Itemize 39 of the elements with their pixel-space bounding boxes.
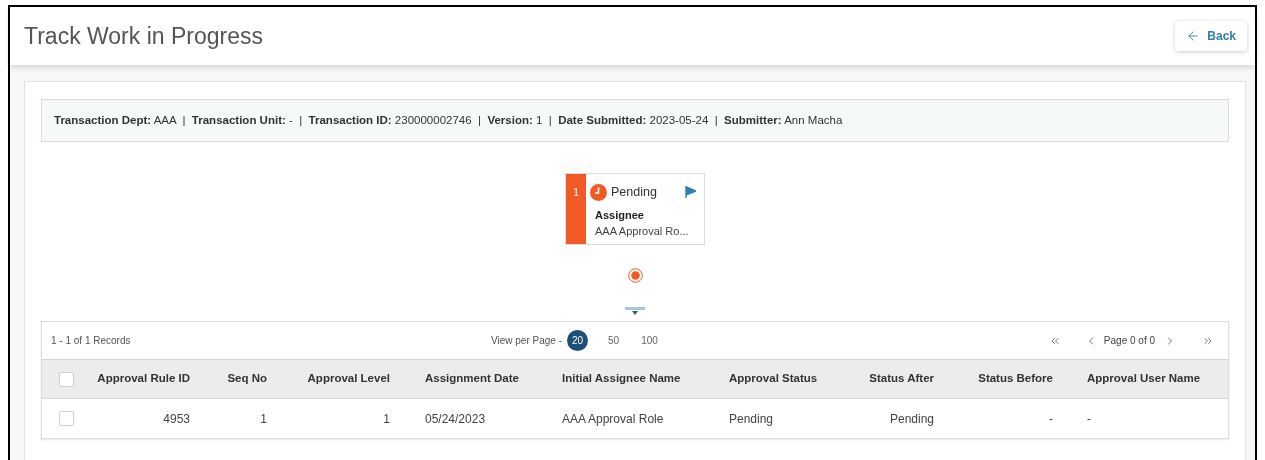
assignee-label: Assignee (594, 207, 645, 223)
table-cell-text: 05/24/2023 (425, 410, 486, 428)
assignee-name: AAA Approval Ro... (594, 224, 690, 240)
column-header[interactable]: Assignment Date (425, 370, 519, 388)
column-header[interactable]: Status After (869, 370, 934, 388)
table-cell-text: 1 (383, 410, 390, 428)
workflow-step-card[interactable]: 1 Pending Assignee AAA Approval Ro... (565, 173, 705, 245)
column-header[interactable]: Approval Level (307, 370, 390, 388)
back-button[interactable]: Back (1175, 21, 1247, 51)
column-header[interactable]: Seq No (227, 370, 267, 388)
collapse-icon[interactable] (625, 307, 645, 315)
column-header[interactable]: Approval Rule ID (97, 370, 190, 388)
column-header[interactable]: Initial Assignee Name (562, 370, 681, 388)
transaction-summary: Transaction Dept: AAA | Transaction Unit: - | Transaction ID: 230000002746 | Version: 1 | Date Submitted: 2023-05-24 | Submitter: Ann Macha (54, 112, 843, 128)
page-size-option[interactable]: 100 (638, 330, 660, 351)
step-number: 1 (572, 185, 580, 200)
table-cell-text: - (1087, 410, 1091, 428)
column-header[interactable]: Approval Status (729, 370, 818, 388)
records-count: 1 - 1 of 1 Records (51, 334, 132, 348)
checkbox[interactable] (58, 411, 74, 426)
table-cell-text: - (1049, 410, 1053, 428)
table-cell-text: Pending (729, 410, 774, 428)
flag-icon (685, 186, 696, 199)
arrow-left-icon (1186, 29, 1201, 43)
page-indicator: Page 0 of 0 (1103, 334, 1155, 348)
step-status: Pending (611, 184, 657, 201)
checkbox[interactable] (58, 371, 74, 387)
table-cell-text: 4953 (163, 410, 190, 428)
page-size-option[interactable]: 20 (566, 330, 588, 351)
page-title: Track Work in Progress (24, 21, 263, 51)
table-cell-text: Pending (889, 410, 934, 428)
view-per-page-label: View per Page - (491, 334, 562, 348)
table-cell-text: 1 (260, 410, 267, 428)
clock-icon (590, 183, 607, 201)
step-node-icon (627, 268, 643, 283)
column-header[interactable]: Status Before (978, 370, 1053, 388)
page-size-option[interactable]: 50 (602, 330, 624, 351)
table-cell-text: AAA Approval Role (562, 410, 664, 428)
column-header[interactable]: Approval User Name (1087, 370, 1201, 388)
